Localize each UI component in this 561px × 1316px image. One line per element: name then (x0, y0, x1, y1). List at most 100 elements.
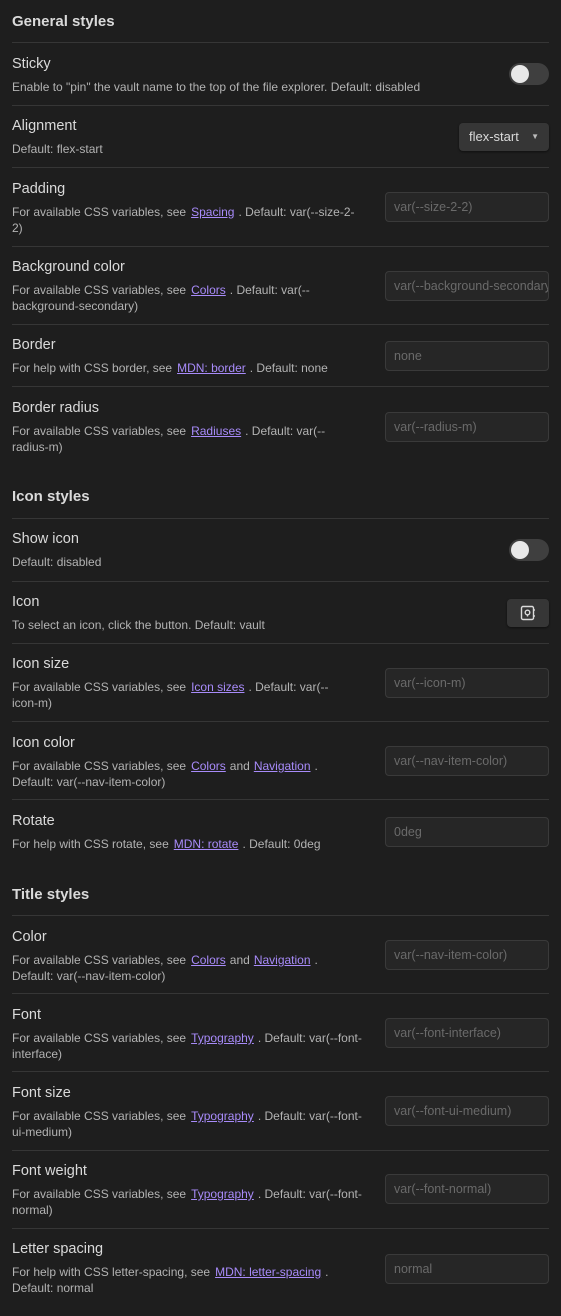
typography-link[interactable]: Typography (191, 1031, 254, 1045)
setting-description: Default: disabled (12, 555, 102, 569)
desc-text: For available CSS variables, see (12, 1031, 187, 1045)
rotate-input[interactable]: 0deg (385, 817, 549, 847)
setting-name: Icon color (12, 735, 75, 751)
chevron-down-icon: ▼ (531, 132, 539, 141)
font-weight-input[interactable]: var(--font-normal) (385, 1174, 549, 1204)
divider (12, 721, 549, 722)
radiuses-link[interactable]: Radiuses (191, 424, 241, 438)
divider (12, 167, 549, 168)
divider (12, 1228, 549, 1229)
setting-name: Background color (12, 259, 125, 275)
background-color-input[interactable]: var(--background-secondary) (385, 271, 549, 301)
setting-name: Border (12, 337, 56, 353)
desc-text: and (229, 759, 250, 773)
spacing-link[interactable]: Spacing (191, 205, 234, 219)
setting-description: To select an icon, click the button. Def… (12, 618, 265, 632)
setting-name: Icon size (12, 656, 70, 672)
mdn-border-link[interactable]: MDN: border (177, 361, 246, 375)
setting-description: For help with CSS letter-spacing, see MDN… (12, 1264, 362, 1296)
setting-description: For available CSS variables, see Typograp… (12, 1108, 362, 1140)
font-size-input[interactable]: var(--font-ui-medium) (385, 1096, 549, 1126)
typography-link[interactable]: Typography (191, 1187, 254, 1201)
setting-name: Font weight (12, 1163, 87, 1179)
divider (12, 105, 549, 106)
icon-size-input[interactable]: var(--icon-m) (385, 668, 549, 698)
setting-description: For help with CSS border, see MDN: border… (12, 360, 368, 376)
setting-description: For available CSS variables, see Colors an… (12, 952, 352, 984)
divider (12, 246, 549, 247)
icon-color-input[interactable]: var(--nav-item-color) (385, 746, 549, 776)
setting-description: For available CSS variables, see Spacing.… (12, 204, 364, 236)
font-input[interactable]: var(--font-interface) (385, 1018, 549, 1048)
setting-description: For available CSS variables, see Icon siz… (12, 679, 352, 711)
desc-text: For available CSS variables, see (12, 424, 187, 438)
border-input[interactable]: none (385, 341, 549, 371)
setting-name: Rotate (12, 813, 55, 829)
setting-description: Default: flex-start (12, 142, 103, 156)
setting-name: Border radius (12, 400, 100, 416)
desc-text: For available CSS variables, see (12, 680, 187, 694)
desc-text: For help with CSS border, see (12, 361, 173, 375)
desc-text: For available CSS variables, see (12, 1109, 187, 1123)
typography-link[interactable]: Typography (191, 1109, 254, 1123)
divider (12, 993, 549, 994)
desc-text: For help with CSS rotate, see (12, 837, 169, 851)
mdn-letter-spacing-link[interactable]: MDN: letter-spacing (215, 1265, 321, 1279)
title-styles-heading: Title styles (12, 886, 90, 903)
desc-text: For available CSS variables, see (12, 283, 187, 297)
desc-text: For available CSS variables, see (12, 205, 187, 219)
divider (12, 1071, 549, 1072)
divider (12, 42, 549, 43)
colors-link[interactable]: Colors (191, 953, 226, 967)
desc-text: For available CSS variables, see (12, 953, 187, 967)
divider (12, 1150, 549, 1151)
desc-text: and (229, 953, 250, 967)
desc-text: For help with CSS letter-spacing, see (12, 1265, 211, 1279)
desc-text: . Default: 0deg (242, 837, 321, 851)
divider (12, 799, 549, 800)
vault-icon (520, 605, 535, 621)
setting-name: Alignment (12, 118, 77, 134)
general-styles-heading: General styles (12, 13, 115, 30)
divider (12, 581, 549, 582)
icon-sizes-link[interactable]: Icon sizes (191, 680, 244, 694)
desc-text: For available CSS variables, see (12, 1187, 187, 1201)
setting-description: Enable to "pin" the vault name to the to… (12, 80, 421, 94)
setting-name: Color (12, 929, 47, 945)
divider (12, 518, 549, 519)
desc-text: For available CSS variables, see (12, 759, 187, 773)
setting-description: For available CSS variables, see Typograp… (12, 1030, 362, 1062)
letter-spacing-input[interactable]: normal (385, 1254, 549, 1284)
mdn-rotate-link[interactable]: MDN: rotate (174, 837, 239, 851)
border-radius-input[interactable]: var(--radius-m) (385, 412, 549, 442)
colors-link[interactable]: Colors (191, 283, 226, 297)
select-icon-button[interactable] (507, 599, 549, 627)
icon-styles-heading: Icon styles (12, 488, 90, 505)
setting-name: Font (12, 1007, 42, 1023)
setting-description: For available CSS variables, see Radiuses… (12, 423, 352, 455)
title-color-input[interactable]: var(--nav-item-color) (385, 940, 549, 970)
setting-name: Font size (12, 1085, 71, 1101)
padding-input[interactable]: var(--size-2-2) (385, 192, 549, 222)
alignment-dropdown[interactable]: flex-start ▼ (459, 123, 549, 151)
setting-name: Icon (12, 594, 40, 610)
toggle-knob (511, 65, 529, 83)
setting-description: For available CSS variables, see Colors. … (12, 282, 342, 314)
colors-link[interactable]: Colors (191, 759, 226, 773)
divider (12, 643, 549, 644)
sticky-toggle[interactable] (509, 63, 549, 85)
divider (12, 386, 549, 387)
setting-description: For available CSS variables, see Typograp… (12, 1186, 362, 1218)
show-icon-toggle[interactable] (509, 539, 549, 561)
setting-description: For available CSS variables, see Colors an… (12, 758, 352, 790)
navigation-link[interactable]: Navigation (254, 953, 311, 967)
setting-name: Show icon (12, 531, 79, 547)
desc-text: . Default: none (249, 361, 328, 375)
navigation-link[interactable]: Navigation (254, 759, 311, 773)
divider (12, 324, 549, 325)
setting-name: Sticky (12, 56, 51, 72)
dropdown-value: flex-start (469, 129, 519, 144)
divider (12, 915, 549, 916)
setting-name: Padding (12, 181, 66, 197)
toggle-knob (511, 541, 529, 559)
